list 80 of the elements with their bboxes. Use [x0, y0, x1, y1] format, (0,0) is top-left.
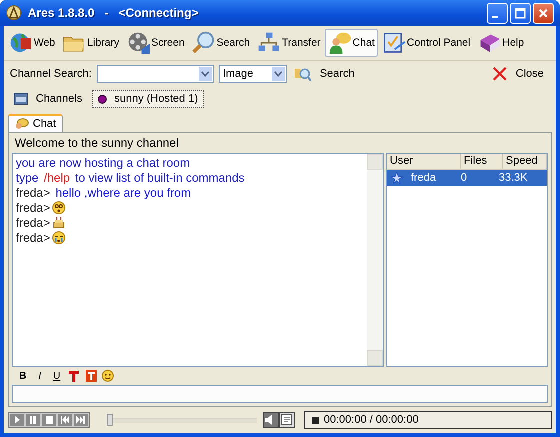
emoticon-button[interactable] — [101, 369, 115, 383]
toolbar-button[interactable]: Transfer — [254, 29, 324, 57]
smiley-icon — [52, 230, 66, 244]
text-color-icon — [69, 370, 79, 382]
toolbar-button[interactable]: Screen — [124, 29, 188, 57]
channel-tab[interactable]: Channels — [8, 90, 88, 108]
background-color-icon — [86, 370, 96, 382]
star-user-icon — [391, 172, 403, 184]
bold-button[interactable]: B — [16, 369, 30, 383]
minimize-icon — [492, 16, 498, 18]
globe-icon — [9, 31, 33, 55]
list-window-icon — [14, 93, 28, 105]
stop-icon — [44, 416, 54, 424]
pause-icon — [28, 416, 38, 424]
type-dropdown[interactable]: Image — [218, 65, 287, 83]
channel-tab[interactable]: sunny (Hosted 1) — [92, 90, 204, 108]
chat-line: type /help to view list of built-in commands — [16, 170, 246, 185]
chat-people-icon — [328, 31, 352, 55]
cake-icon — [52, 216, 66, 230]
chat-nick: freda> — [16, 200, 50, 214]
previous-icon — [60, 416, 70, 424]
chevron-down-icon — [200, 71, 210, 77]
playlist-button[interactable] — [279, 412, 295, 428]
scrollbar[interactable] — [367, 154, 383, 366]
close-icon — [537, 6, 550, 20]
chat-line: freda> hello ,where are you from — [16, 185, 192, 200]
search-button[interactable]: Search — [290, 65, 359, 83]
play-button[interactable] — [9, 413, 25, 427]
volume-button[interactable] — [263, 412, 279, 428]
text-color-button[interactable] — [67, 369, 81, 383]
toolbar-button[interactable]: Library — [59, 29, 123, 57]
toolbar-button[interactable]: Web — [6, 29, 58, 57]
window-title: Ares 1.8.8.0 - <Connecting> — [28, 6, 199, 20]
pause-button[interactable] — [25, 413, 41, 427]
underline-button[interactable]: U — [50, 369, 64, 383]
toolbar-button[interactable]: Help — [474, 29, 528, 57]
user-cell: freda — [411, 172, 436, 184]
column-header[interactable]: User — [387, 154, 461, 169]
chat-nick: freda> — [16, 216, 50, 230]
close-channel-button[interactable]: Close — [488, 66, 548, 82]
toolbar-button[interactable]: Search — [188, 29, 254, 57]
checklist-icon — [382, 31, 406, 55]
next-button[interactable] — [73, 413, 89, 427]
stop-square-icon — [312, 416, 319, 424]
chevron-down-icon — [274, 71, 283, 77]
user-cell: 0 — [461, 172, 468, 184]
chat-nick: freda> — [16, 230, 50, 244]
channel-search-label: Channel Search: — [10, 68, 92, 80]
next-icon — [76, 416, 86, 424]
user-row[interactable]: freda 0 33.3K — [387, 170, 547, 186]
stop-button[interactable] — [41, 413, 57, 427]
channel-search-field[interactable] — [96, 65, 214, 83]
room-dot-icon — [98, 94, 108, 104]
channel-welcome-text: Welcome to the sunny channel — [14, 135, 180, 152]
user-cell: 33.3K — [499, 172, 528, 184]
column-header[interactable]: Files — [461, 154, 503, 169]
search-icon — [192, 31, 216, 55]
background-color-button[interactable] — [84, 369, 98, 383]
maximize-button[interactable] — [510, 2, 531, 24]
close-icon — [492, 66, 508, 82]
film-reel-icon — [126, 31, 151, 55]
maximize-icon — [514, 6, 527, 20]
toolbar-button[interactable]: Chat — [324, 29, 378, 57]
close-button[interactable] — [533, 2, 554, 24]
column-header[interactable]: Speed — [503, 154, 547, 169]
previous-button[interactable] — [57, 413, 73, 427]
toolbar-button[interactable]: Control Panel — [378, 29, 474, 57]
playback-time: 00:00:00 / 00:00:00 — [324, 414, 419, 426]
play-icon — [12, 416, 22, 424]
document-icon — [281, 414, 293, 426]
app-logo-icon — [6, 5, 22, 21]
chat-line: you are now hosting a chat room — [16, 155, 192, 170]
smiley-icon — [52, 200, 66, 214]
minimize-button[interactable] — [487, 2, 508, 24]
italic-button[interactable]: I — [33, 369, 47, 383]
chat-bubble-icon — [15, 118, 29, 130]
message-input-field[interactable] — [12, 385, 548, 403]
smiley-icon — [102, 370, 114, 382]
seek-handle[interactable] — [107, 414, 113, 426]
chat-tab[interactable]: Chat — [8, 114, 64, 132]
